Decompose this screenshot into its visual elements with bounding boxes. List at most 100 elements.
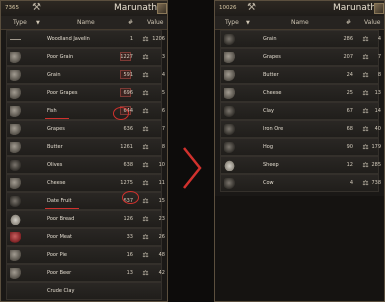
- left-col-count[interactable]: #: [128, 19, 133, 26]
- table-row[interactable]: Butter 1261 ⚖ 8: [6, 138, 165, 156]
- sell-icon[interactable]: ⚖: [141, 52, 150, 62]
- item-name: Grapes: [47, 126, 65, 132]
- left-col-value[interactable]: Value: [147, 19, 163, 26]
- sell-icon[interactable]: ⚖: [141, 88, 150, 98]
- item-thumbnail-icon: [10, 142, 21, 153]
- item-count: 67: [346, 108, 353, 114]
- table-row[interactable]: Sheep 12 ⚖ 285: [220, 156, 381, 174]
- item-thumbnail-icon: [10, 286, 21, 297]
- chevron-down-icon[interactable]: ▼: [36, 20, 40, 26]
- sell-icon[interactable]: ⚖: [141, 106, 150, 116]
- chevron-down-icon[interactable]: ▼: [246, 20, 250, 26]
- table-row[interactable]: Cow 4 ⚖ 738: [220, 174, 381, 192]
- sell-icon[interactable]: ⚖: [141, 70, 150, 80]
- item-thumbnail-icon: [10, 196, 21, 207]
- left-col-name[interactable]: Name: [77, 19, 95, 26]
- table-row[interactable]: Grain 591 ⚖ 4: [6, 66, 165, 84]
- left-inventory-panel: 7365 ⚒ Marunath Type ▼ Name # Value Wood…: [0, 0, 168, 302]
- item-thumbnail-icon: [10, 70, 21, 81]
- table-row[interactable]: Poor Grapes 696 ⚖ 5: [6, 84, 165, 102]
- item-value: 26: [158, 234, 165, 240]
- item-value: 11: [158, 180, 165, 186]
- table-row[interactable]: Hog 90 ⚖ 179: [220, 138, 381, 156]
- sell-icon[interactable]: ⚖: [141, 268, 150, 278]
- item-thumbnail-icon: [10, 250, 21, 261]
- table-row[interactable]: Poor Bread 126 ⚖ 23: [6, 210, 165, 228]
- item-name: Clay: [263, 108, 274, 114]
- item-value: 4: [161, 72, 165, 78]
- item-value: 14: [374, 108, 381, 114]
- left-top-bar: 7365 ⚒ Marunath: [1, 1, 167, 17]
- item-thumbnail-icon: [10, 124, 21, 135]
- right-col-name[interactable]: Name: [291, 19, 309, 26]
- item-name: Crude Clay: [47, 288, 75, 294]
- hammer-icon[interactable]: ⚒: [31, 2, 42, 14]
- table-row[interactable]: Olives 638 ⚖ 10: [6, 156, 165, 174]
- right-gold-amount: 10026: [219, 5, 237, 11]
- item-value: 3: [161, 54, 165, 60]
- table-row[interactable]: Cheese 1275 ⚖ 11: [6, 174, 165, 192]
- annotation-underline-fish: [45, 118, 69, 119]
- item-value: 15: [158, 198, 165, 204]
- item-name: Poor Meat: [47, 234, 73, 240]
- item-name: Fish: [47, 108, 57, 114]
- left-col-type[interactable]: Type: [13, 19, 27, 26]
- table-row[interactable]: Fish 644 ⚖ 6: [6, 102, 165, 120]
- hammer-icon[interactable]: ⚒: [246, 2, 257, 14]
- item-thumbnail-icon: [224, 70, 235, 81]
- item-name: Poor Grapes: [47, 90, 78, 96]
- table-row[interactable]: Poor Grain 1227 ⚖ 3: [6, 48, 165, 66]
- item-name: Cow: [263, 180, 274, 186]
- item-name: Cheese: [263, 90, 282, 96]
- table-row[interactable]: Poor Beer 13 ⚖ 42: [6, 264, 165, 282]
- item-count: 68: [346, 126, 353, 132]
- sell-icon[interactable]: ⚖: [141, 232, 150, 242]
- corner-ornament-icon: [157, 3, 167, 14]
- sell-icon[interactable]: ⚖: [141, 160, 150, 170]
- table-row[interactable]: Woodland Javelin 1 ⚖ 1206: [6, 30, 165, 48]
- right-col-count[interactable]: #: [346, 19, 351, 26]
- sell-icon[interactable]: ⚖: [141, 196, 150, 206]
- table-row[interactable]: Grapes 636 ⚖ 7: [6, 120, 165, 138]
- table-row[interactable]: Butter 24 ⚖ 8: [220, 66, 381, 84]
- right-col-value[interactable]: Value: [364, 19, 380, 26]
- item-name: Poor Grain: [47, 54, 74, 60]
- left-gold-amount: 7365: [5, 5, 19, 11]
- item-thumbnail-icon: [224, 160, 235, 171]
- item-value: 23: [158, 216, 165, 222]
- item-name: Butter: [47, 144, 63, 150]
- right-col-type[interactable]: Type: [225, 19, 239, 26]
- table-row[interactable]: Crude Clay: [6, 282, 162, 300]
- item-count: 1275: [120, 180, 133, 186]
- sell-icon[interactable]: ⚖: [141, 34, 150, 44]
- item-thumbnail-icon: [224, 34, 235, 45]
- table-row[interactable]: Iron Ore 68 ⚖ 40: [220, 120, 381, 138]
- sell-icon[interactable]: ⚖: [141, 214, 150, 224]
- sell-icon[interactable]: ⚖: [141, 250, 150, 260]
- item-thumbnail-icon: [224, 142, 235, 153]
- annotation-circle-date-fruit: [122, 191, 139, 204]
- item-thumbnail-icon: [224, 88, 235, 99]
- item-name: Hog: [263, 144, 273, 150]
- table-row[interactable]: Grain 286 ⚖ 4: [220, 30, 381, 48]
- item-name: Poor Bread: [47, 216, 75, 222]
- sell-icon[interactable]: ⚖: [141, 142, 150, 152]
- item-name: Grain: [263, 36, 277, 42]
- table-row[interactable]: Poor Pie 16 ⚖ 48: [6, 246, 165, 264]
- item-thumbnail-icon: [10, 160, 21, 171]
- item-name: Woodland Javelin: [47, 36, 90, 42]
- empty-list-area: [215, 196, 384, 301]
- right-inventory-panel: 10026 ⚒ Marunath Type ▼ Name # Value Gra…: [214, 0, 385, 302]
- item-value: 40: [374, 126, 381, 132]
- sell-icon[interactable]: ⚖: [141, 178, 150, 188]
- table-row[interactable]: Grapes 207 ⚖ 7: [220, 48, 381, 66]
- item-value: 5: [161, 90, 165, 96]
- table-row[interactable]: Poor Meat 33 ⚖ 26: [6, 228, 165, 246]
- item-thumbnail-icon: [10, 88, 21, 99]
- table-row[interactable]: Cheese 25 ⚖ 13: [220, 84, 381, 102]
- item-thumbnail-icon: [224, 52, 235, 63]
- item-value: 285: [371, 162, 381, 168]
- table-row[interactable]: Clay 67 ⚖ 14: [220, 102, 381, 120]
- item-value: 738: [371, 180, 381, 186]
- sell-icon[interactable]: ⚖: [141, 124, 150, 134]
